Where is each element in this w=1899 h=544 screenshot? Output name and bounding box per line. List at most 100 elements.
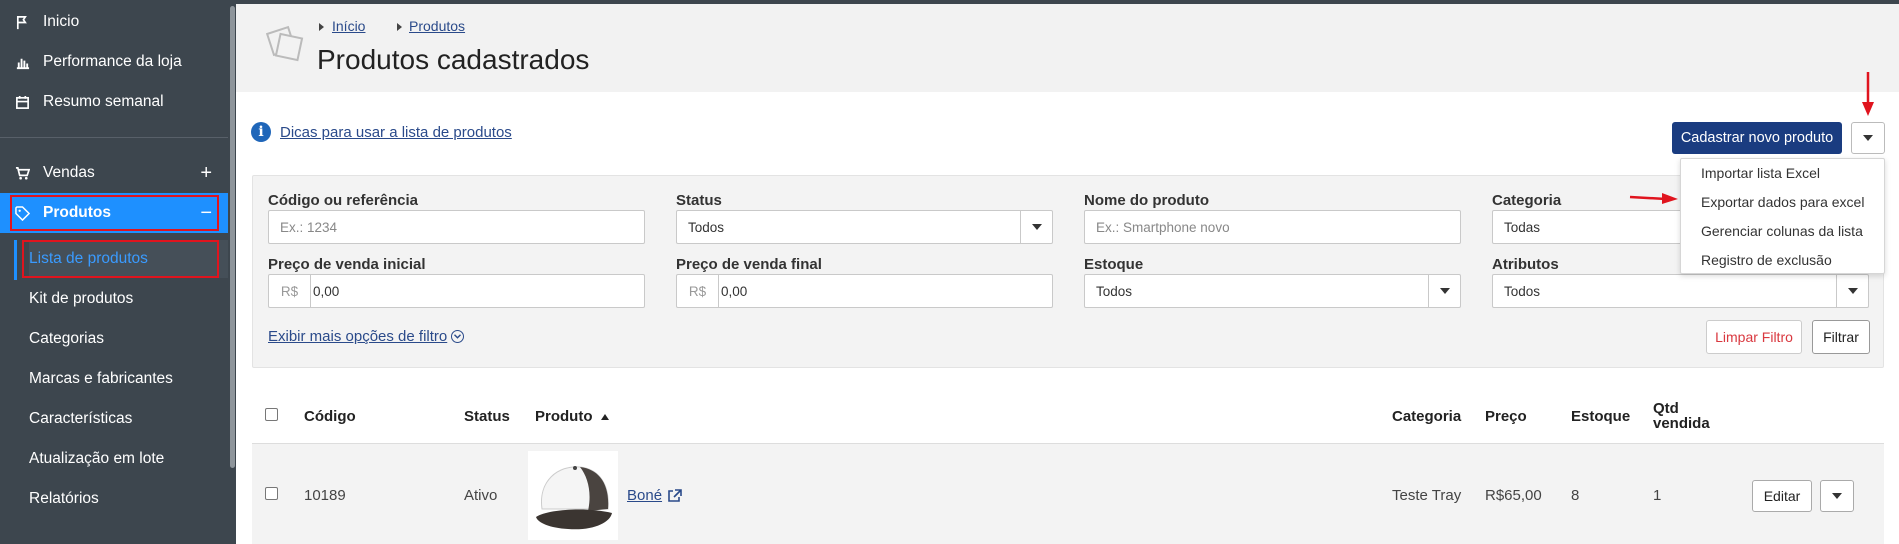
row-stock: 8 [1571,487,1580,504]
sidebar-subitem-label: Marcas e fabricantes [29,370,173,387]
currency-prefix: R$ [269,275,311,307]
chevron-down-circle-icon [451,330,465,343]
edit-button[interactable]: Editar [1752,480,1812,512]
row-code: 10189 [304,487,346,504]
sidebar-scrollbar[interactable] [230,6,235,468]
sidebar-item-resumo[interactable]: Resumo semanal [0,82,228,122]
bar-chart-icon [14,54,30,70]
select-all-checkbox[interactable] [265,408,278,421]
breadcrumb-arrow-icon [397,23,402,31]
sidebar-item-label: Vendas [43,164,95,181]
sidebar-subitem-atualizacao[interactable]: Atualização em lote [29,440,228,478]
row-status: Ativo [464,487,498,504]
sidebar-subitem-marcas[interactable]: Marcas e fabricantes [29,360,228,398]
sidebar-item-vendas[interactable]: Vendas + [0,153,228,193]
more-filter-options-link[interactable]: Exibir mais opções de filtro [268,328,465,345]
clear-filter-button[interactable]: Limpar Filtro [1706,320,1802,354]
cart-icon [14,165,30,181]
stock-label: Estoque [1084,256,1144,273]
annotation-box [22,240,219,278]
column-header-category[interactable]: Categoria [1392,408,1461,425]
row-actions-button[interactable] [1820,480,1854,512]
new-product-button[interactable]: Cadastrar novo produto [1672,122,1842,154]
price-end-label: Preço de venda final [676,256,822,273]
name-input[interactable]: Ex.: Smartphone novo [1084,210,1461,244]
actions-dropdown-button[interactable] [1851,122,1885,154]
sidebar-subitem-label: Características [29,410,133,427]
product-name: Boné [627,487,663,504]
actions-menu: Importar lista Excel Exportar dados para… [1680,158,1885,274]
price-start-value: 0,00 [313,283,340,299]
row-checkbox[interactable] [265,487,278,500]
sidebar-item-label: Resumo semanal [43,93,164,110]
status-select-value: Todos [688,219,725,235]
sidebar-subitem-kit[interactable]: Kit de produtos [29,280,228,318]
filter-button[interactable]: Filtrar [1812,320,1870,354]
attributes-select-value: Todos [1504,283,1541,299]
price-end-input[interactable]: R$ 0,00 [676,274,1053,308]
sidebar-item-inicio[interactable]: Inicio [0,2,228,42]
column-header-qty-sold[interactable]: Qtd vendida [1653,401,1710,431]
breadcrumb-inicio[interactable]: Início [332,18,365,34]
calendar-icon [14,94,30,110]
column-header-price[interactable]: Preço [1485,408,1527,425]
sidebar-subitem-relatorios[interactable]: Relatórios [29,480,228,518]
column-header-qty-sold-line1: Qtd [1653,400,1679,417]
currency-prefix: R$ [677,275,719,307]
price-start-input[interactable]: R$ 0,00 [268,274,645,308]
annotation-arrow-down-icon [1862,72,1874,116]
code-label: Código ou referência [268,192,419,209]
status-label: Status [676,192,722,209]
sidebar-subitem-label: Kit de produtos [29,290,134,307]
sort-ascending-icon [600,414,609,421]
products-icon [266,25,304,62]
code-input[interactable]: Ex.: 1234 [268,210,645,244]
column-header-code[interactable]: Código [304,408,356,425]
price-start-label: Preço de venda inicial [268,256,426,273]
sidebar-subitem-label: Relatórios [29,490,99,507]
sidebar-item-label: Inicio [43,13,80,30]
row-price: R$65,00 [1485,487,1542,504]
stock-select[interactable]: Todos [1084,274,1461,308]
annotation-arrow-right-icon [1629,193,1678,204]
status-select[interactable]: Todos [676,210,1053,244]
column-header-product[interactable]: Produto [535,408,609,425]
chevron-down-icon [1836,275,1868,307]
external-link-icon[interactable] [668,489,682,502]
tips-link[interactable]: Dicas para usar a lista de produtos [280,124,512,141]
stock-select-value: Todos [1096,283,1133,299]
submenu-indicator [14,240,17,280]
menu-item-export-excel[interactable]: Exportar dados para excel [1701,194,1864,210]
breadcrumb-produtos[interactable]: Produtos [409,18,465,34]
flag-icon [14,14,30,30]
column-header-product-label: Produto [535,408,593,425]
column-header-qty-sold-line2: vendida [1653,415,1710,432]
plus-icon[interactable]: + [200,162,212,185]
attributes-select[interactable]: Todos [1492,274,1869,308]
menu-item-deletion-log[interactable]: Registro de exclusão [1701,252,1832,268]
sidebar-item-label: Performance da loja [43,53,182,70]
info-icon: i [251,122,271,142]
page-header: Início Produtos Produtos cadastrados [236,4,1899,92]
sidebar: Inicio Performance da loja Resumo semana… [0,0,236,544]
cap-image [536,466,612,530]
sidebar-item-performance[interactable]: Performance da loja [0,42,228,82]
column-header-status[interactable]: Status [464,408,510,425]
sidebar-divider [0,137,228,138]
sidebar-subitem-caracteristicas[interactable]: Características [29,400,228,438]
page-title: Produtos cadastrados [317,44,590,75]
column-header-stock[interactable]: Estoque [1571,408,1630,425]
category-select-value: Todas [1504,219,1541,235]
menu-item-import-excel[interactable]: Importar lista Excel [1701,165,1820,181]
attributes-label: Atributos [1492,256,1559,273]
sidebar-subitem-label: Atualização em lote [29,450,165,467]
product-thumbnail[interactable] [528,451,618,540]
more-filter-options-label: Exibir mais opções de filtro [268,328,448,345]
product-link[interactable]: Boné [627,487,662,504]
chevron-down-icon [1020,211,1052,243]
chevron-down-icon [1832,493,1842,499]
sidebar-subitem-label: Categorias [29,330,104,347]
menu-item-manage-columns[interactable]: Gerenciar colunas da lista [1701,223,1863,239]
annotation-box [10,195,219,231]
sidebar-subitem-categorias[interactable]: Categorias [29,320,228,358]
